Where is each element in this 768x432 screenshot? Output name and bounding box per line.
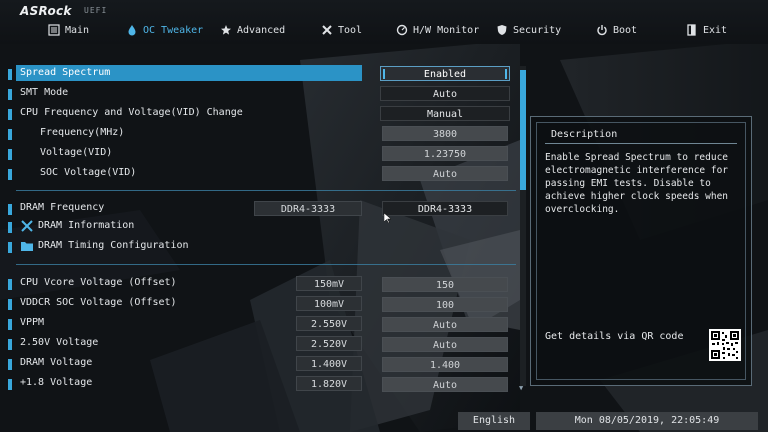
row-bullet [8, 69, 12, 80]
tab-oc-tweaker[interactable]: OC Tweaker [126, 20, 203, 40]
setting-label: DRAM Frequency [20, 202, 105, 213]
row-bullet [8, 319, 12, 330]
row-bullet [8, 204, 12, 215]
spread-spectrum-value[interactable]: Enabled [380, 66, 510, 81]
setting-label: SMT Mode [20, 87, 69, 98]
tab-hw-monitor[interactable]: H/W Monitor [396, 20, 479, 40]
row-bullet [8, 129, 12, 140]
droplet-icon [126, 24, 138, 36]
section-divider [16, 190, 516, 191]
submenu-dram-timing-configuration[interactable]: DRAM Timing Configuration [0, 238, 520, 256]
v18-current: 1.820V [296, 376, 362, 391]
description-divider [545, 143, 737, 144]
tab-tool[interactable]: Tool [321, 20, 362, 40]
row-bullet [8, 169, 12, 180]
tab-exit[interactable]: Exit [686, 20, 727, 40]
setting-label: Frequency(MHz) [40, 127, 125, 138]
submenu-dram-information[interactable]: DRAM Information [0, 218, 520, 236]
tab-main[interactable]: Main [48, 20, 89, 40]
tab-main-label: Main [65, 24, 90, 36]
power-icon [596, 24, 608, 36]
setting-label: DRAM Voltage [20, 357, 93, 368]
mouse-cursor-icon [384, 213, 392, 223]
v250-value[interactable]: Auto [382, 337, 508, 352]
main-nav: Main OC Tweaker Advanced Tool H/W Monito… [0, 20, 768, 40]
row-bullet [8, 89, 12, 100]
vppm-current: 2.550V [296, 316, 362, 331]
tab-security-label: Security [513, 24, 562, 36]
tab-oc-tweaker-label: OC Tweaker [143, 24, 204, 36]
star-icon [220, 24, 232, 36]
exit-icon [686, 24, 698, 36]
qr-code-label: Get details via QR code [545, 331, 684, 342]
row-bullet [8, 339, 12, 350]
frequency-value[interactable]: 3800 [382, 126, 508, 141]
language-button[interactable]: English [458, 412, 530, 430]
tab-security[interactable]: Security [496, 20, 561, 40]
tools-icon [321, 24, 333, 36]
tab-boot[interactable]: Boot [596, 20, 637, 40]
setting-label: CPU Frequency and Voltage(VID) Change [20, 107, 243, 118]
smt-mode-value[interactable]: Auto [380, 86, 510, 101]
vddcr-soc-current: 100mV [296, 296, 362, 311]
tab-exit-label: Exit [703, 24, 728, 36]
soc-voltage-vid-value[interactable]: Auto [382, 166, 508, 181]
asrock-logo: ASRock [20, 4, 72, 18]
v18-value[interactable]: Auto [382, 377, 508, 392]
cpu-vcore-value[interactable]: 150 [382, 277, 508, 292]
date-time-display: Mon 08/05/2019, 22:05:49 [536, 412, 758, 430]
row-bullet [8, 242, 12, 253]
row-bullet [8, 149, 12, 160]
tab-hw-monitor-label: H/W Monitor [413, 24, 480, 36]
setting-label: Spread Spectrum [20, 67, 111, 78]
uefi-tag: UEFI [84, 6, 108, 15]
tab-advanced-label: Advanced [237, 24, 286, 36]
description-text: Enable Spread Spectrum to reduce electro… [545, 152, 729, 215]
scrollbar-thumb[interactable] [520, 70, 526, 190]
tab-advanced[interactable]: Advanced [220, 20, 285, 40]
voltage-vid-value[interactable]: 1.23750 [382, 146, 508, 161]
dram-frequency-current: DDR4-3333 [254, 201, 362, 216]
cpu-freq-change-value[interactable]: Manual [380, 106, 510, 121]
v250-current: 2.520V [296, 336, 362, 351]
row-bullet [8, 299, 12, 310]
setting-label: VDDCR SOC Voltage (Offset) [20, 297, 177, 308]
submenu-label: DRAM Timing Configuration [38, 240, 189, 251]
main-list-icon [48, 24, 60, 36]
setting-label: 2.50V Voltage [20, 337, 99, 348]
shield-icon [496, 24, 508, 36]
top-bar: ASRock UEFI Main OC Tweaker Advanced Too… [0, 0, 768, 44]
row-bullet [8, 222, 12, 233]
setting-label: CPU Vcore Voltage (Offset) [20, 277, 177, 288]
dram-voltage-value[interactable]: 1.400 [382, 357, 508, 372]
description-title: Description [551, 129, 618, 140]
row-bullet [8, 359, 12, 370]
scroll-down-arrow-icon[interactable]: ▼ [519, 384, 523, 392]
row-bullet [8, 279, 12, 290]
setting-label: Voltage(VID) [40, 147, 113, 158]
section-divider [16, 264, 516, 265]
submenu-label: DRAM Information [38, 220, 135, 231]
description-panel: Description Enable Spread Spectrum to re… [530, 116, 752, 386]
cpu-vcore-current: 150mV [296, 276, 362, 291]
dram-voltage-current: 1.400V [296, 356, 362, 371]
setting-label: SOC Voltage(VID) [40, 167, 137, 178]
row-bullet [8, 379, 12, 390]
vppm-value[interactable]: Auto [382, 317, 508, 332]
monitor-icon [396, 24, 408, 36]
qr-code-icon [709, 329, 741, 361]
folder-icon [20, 240, 34, 252]
tab-boot-label: Boot [613, 24, 638, 36]
setting-label: +1.8 Voltage [20, 377, 93, 388]
tools-icon [20, 220, 34, 232]
dram-frequency-value[interactable]: DDR4-3333 [382, 201, 508, 216]
tab-tool-label: Tool [338, 24, 363, 36]
row-bullet [8, 109, 12, 120]
vddcr-soc-value[interactable]: 100 [382, 297, 508, 312]
setting-label: VPPM [20, 317, 45, 328]
